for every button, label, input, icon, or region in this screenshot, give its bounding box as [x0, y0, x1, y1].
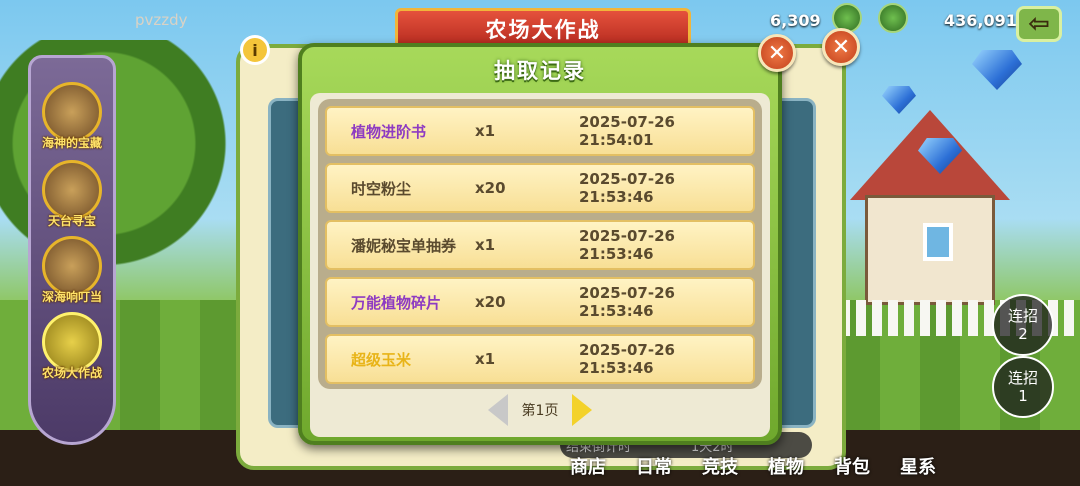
nav-galaxy[interactable]: 星系	[890, 440, 946, 486]
record-quantity: x1	[475, 236, 496, 254]
currency-b-icon	[878, 3, 908, 33]
record-row: 植物进阶书 x1 2025-07-26 21:54:01	[325, 106, 755, 156]
arrow-left-icon: ⇦	[1028, 9, 1050, 39]
currency-b-value: 436,091	[944, 11, 1017, 30]
player-name: pvzzdy	[135, 11, 188, 29]
record-time: 2025-07-26 21:53:46	[579, 227, 675, 263]
record-quantity: x1	[475, 122, 496, 140]
combo-button-1[interactable]: 连招 1	[992, 356, 1054, 418]
nav-shop[interactable]: 商店	[560, 440, 616, 486]
dialog-title: 抽取记录	[494, 59, 586, 83]
dialog-close-button[interactable]: ✕	[758, 34, 796, 72]
nav-plants[interactable]: 植物	[758, 440, 814, 486]
event-icon	[42, 160, 102, 220]
prev-page-icon[interactable]	[488, 394, 508, 426]
close-icon: ✕	[831, 34, 851, 60]
event-close-button[interactable]: ✕	[822, 28, 860, 66]
record-item-name: 潘妮秘宝单抽券	[351, 236, 457, 255]
info-button[interactable]: i	[240, 35, 270, 65]
record-row: 潘妮秘宝单抽券 x1 2025-07-26 21:53:46	[325, 220, 755, 270]
next-page-icon[interactable]	[572, 394, 592, 426]
currency-a-value: 6,309	[770, 11, 821, 30]
event-item-rooftop-hunt[interactable]: 天台寻宝	[32, 160, 112, 229]
record-row: 时空粉尘 x20 2025-07-26 21:53:46	[325, 163, 755, 213]
record-row: 超级玉米 x1 2025-07-26 21:53:46	[325, 334, 755, 384]
record-row: 万能植物碎片 x20 2025-07-26 21:53:46	[325, 277, 755, 327]
record-time: 2025-07-26 21:54:01	[579, 113, 675, 149]
nav-arena[interactable]: 竞技	[692, 440, 748, 486]
combo-label: 连招	[1007, 369, 1038, 387]
combo-label: 连招	[1007, 307, 1038, 325]
combo-count: 1	[1018, 387, 1028, 405]
event-icon	[42, 236, 102, 296]
dialog-body: 植物进阶书 x1 2025-07-26 21:54:01 时空粉尘 x20 20…	[310, 93, 770, 437]
house-window	[923, 223, 953, 261]
event-icon	[42, 312, 102, 372]
record-item-name: 超级玉米	[351, 350, 412, 369]
event-item-sea-treasure[interactable]: 海神的宝藏	[32, 82, 112, 151]
combo-count: 2	[1018, 325, 1028, 343]
back-button[interactable]: ⇦	[1016, 6, 1062, 42]
record-time: 2025-07-26 21:53:46	[579, 284, 675, 320]
record-quantity: x1	[475, 350, 496, 368]
record-time: 2025-07-26 21:53:46	[579, 341, 675, 377]
page-label: 第1页	[521, 403, 559, 419]
event-label: 天台寻宝	[47, 214, 96, 228]
record-quantity: x20	[475, 179, 506, 197]
nav-backpack[interactable]: 背包	[824, 440, 880, 486]
event-item-farm-battle[interactable]: 农场大作战	[32, 312, 112, 381]
nav-daily[interactable]: 日常	[626, 440, 682, 486]
event-item-deep-sea[interactable]: 深海响叮当	[32, 236, 112, 305]
record-item-name: 万能植物碎片	[351, 293, 442, 312]
info-icon: i	[252, 40, 258, 60]
event-icon	[42, 82, 102, 142]
record-list: 植物进阶书 x1 2025-07-26 21:54:01 时空粉尘 x20 20…	[318, 99, 762, 389]
house-wall	[865, 195, 995, 305]
event-label: 农场大作战	[41, 366, 102, 380]
record-item-name: 植物进阶书	[351, 122, 427, 141]
record-quantity: x20	[475, 293, 506, 311]
draw-record-dialog: 抽取记录 植物进阶书 x1 2025-07-26 21:54:01 时空粉尘 x…	[298, 43, 782, 445]
event-label: 深海响叮当	[41, 290, 102, 304]
event-label: 海神的宝藏	[41, 136, 102, 150]
close-icon: ✕	[767, 40, 787, 66]
pager: 第1页	[310, 393, 770, 427]
record-item-name: 时空粉尘	[351, 179, 412, 198]
combo-button-2[interactable]: 连招 2	[992, 294, 1054, 356]
bottom-nav: 商店 日常 竞技 植物 背包 星系	[560, 440, 1080, 486]
record-time: 2025-07-26 21:53:46	[579, 170, 675, 206]
